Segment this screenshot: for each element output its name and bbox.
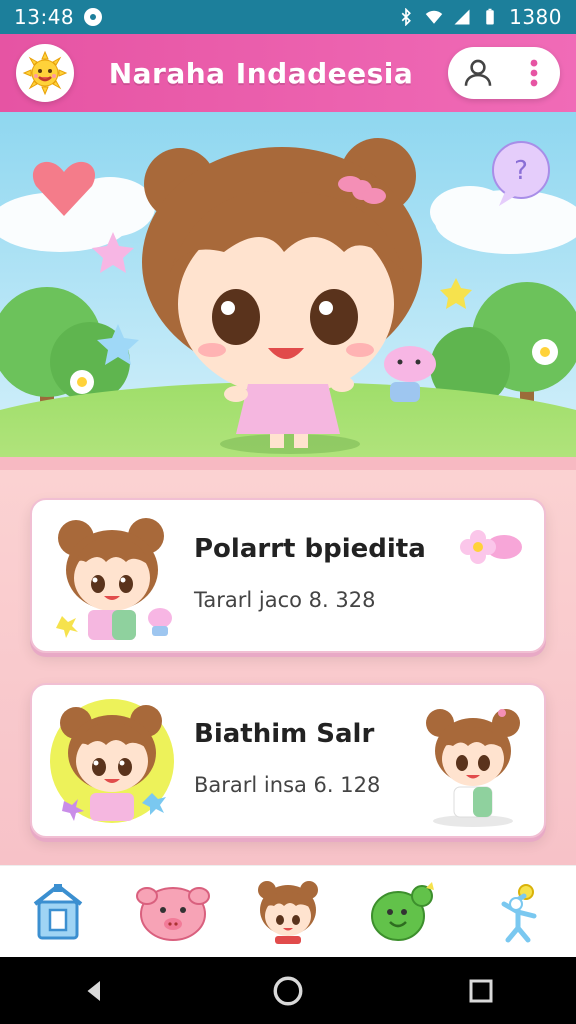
hero-illustration: ?: [0, 112, 576, 470]
nav-item-figure[interactable]: [473, 872, 563, 952]
back-icon[interactable]: [80, 976, 110, 1006]
battery-icon: [486, 8, 494, 25]
flower-badge-icon: [460, 530, 522, 564]
girl-avatar-icon: [50, 699, 174, 823]
page-title: Naraha Indadeesia: [108, 56, 414, 90]
wifi-icon: [425, 10, 443, 24]
home-circle-icon[interactable]: [271, 974, 305, 1008]
girl-avatar-icon: [56, 518, 172, 640]
pig-icon: [135, 887, 210, 941]
dino-icon: [371, 882, 435, 941]
card-subtitle: Tararl jaco 8. 328: [194, 588, 376, 612]
recent-square-icon[interactable]: [466, 976, 496, 1006]
notification-dot-icon: [84, 8, 103, 26]
status-right: 1380: [397, 5, 562, 29]
bluetooth-icon: [401, 8, 412, 26]
sun-icon: [22, 50, 68, 96]
nav-item-home[interactable]: [13, 872, 103, 952]
house-icon: [33, 884, 82, 940]
more-vert-icon[interactable]: [522, 56, 546, 90]
list-item[interactable]: Polarrt bpiedita Tararl jaco 8. 328: [30, 498, 546, 653]
svg-text:?: ?: [514, 156, 528, 186]
nav-item-girl[interactable]: [243, 872, 333, 952]
girl-mini-icon: [426, 709, 520, 827]
bottom-nav: [0, 865, 576, 958]
card-title: Polarrt bpiedita: [194, 534, 426, 564]
card-subtitle: Bararl insa 6. 128: [194, 773, 381, 797]
status-right-time: 1380: [509, 5, 562, 29]
card-list: Polarrt bpiedita Tararl jaco 8. 328 Biat…: [0, 470, 576, 865]
status-bar: 13:48 1380: [0, 0, 576, 34]
figure-icon: [501, 884, 537, 943]
nav-item-dino[interactable]: [358, 872, 448, 952]
status-time: 13:48: [14, 5, 75, 29]
app-actions: [447, 47, 560, 99]
list-item[interactable]: Biathim Salr Bararl insa 6. 128: [30, 683, 546, 838]
girl-icon: [257, 881, 318, 944]
system-nav: [0, 957, 576, 1024]
app-logo[interactable]: [16, 44, 74, 102]
signal-icon: [454, 9, 470, 25]
user-icon[interactable]: [461, 56, 495, 90]
hero-scene-icon: ?: [0, 112, 576, 470]
nav-item-pig[interactable]: [128, 872, 218, 952]
status-left: 13:48: [14, 5, 103, 29]
app-bar: Naraha Indadeesia: [0, 34, 576, 112]
card-title: Biathim Salr: [194, 719, 375, 749]
